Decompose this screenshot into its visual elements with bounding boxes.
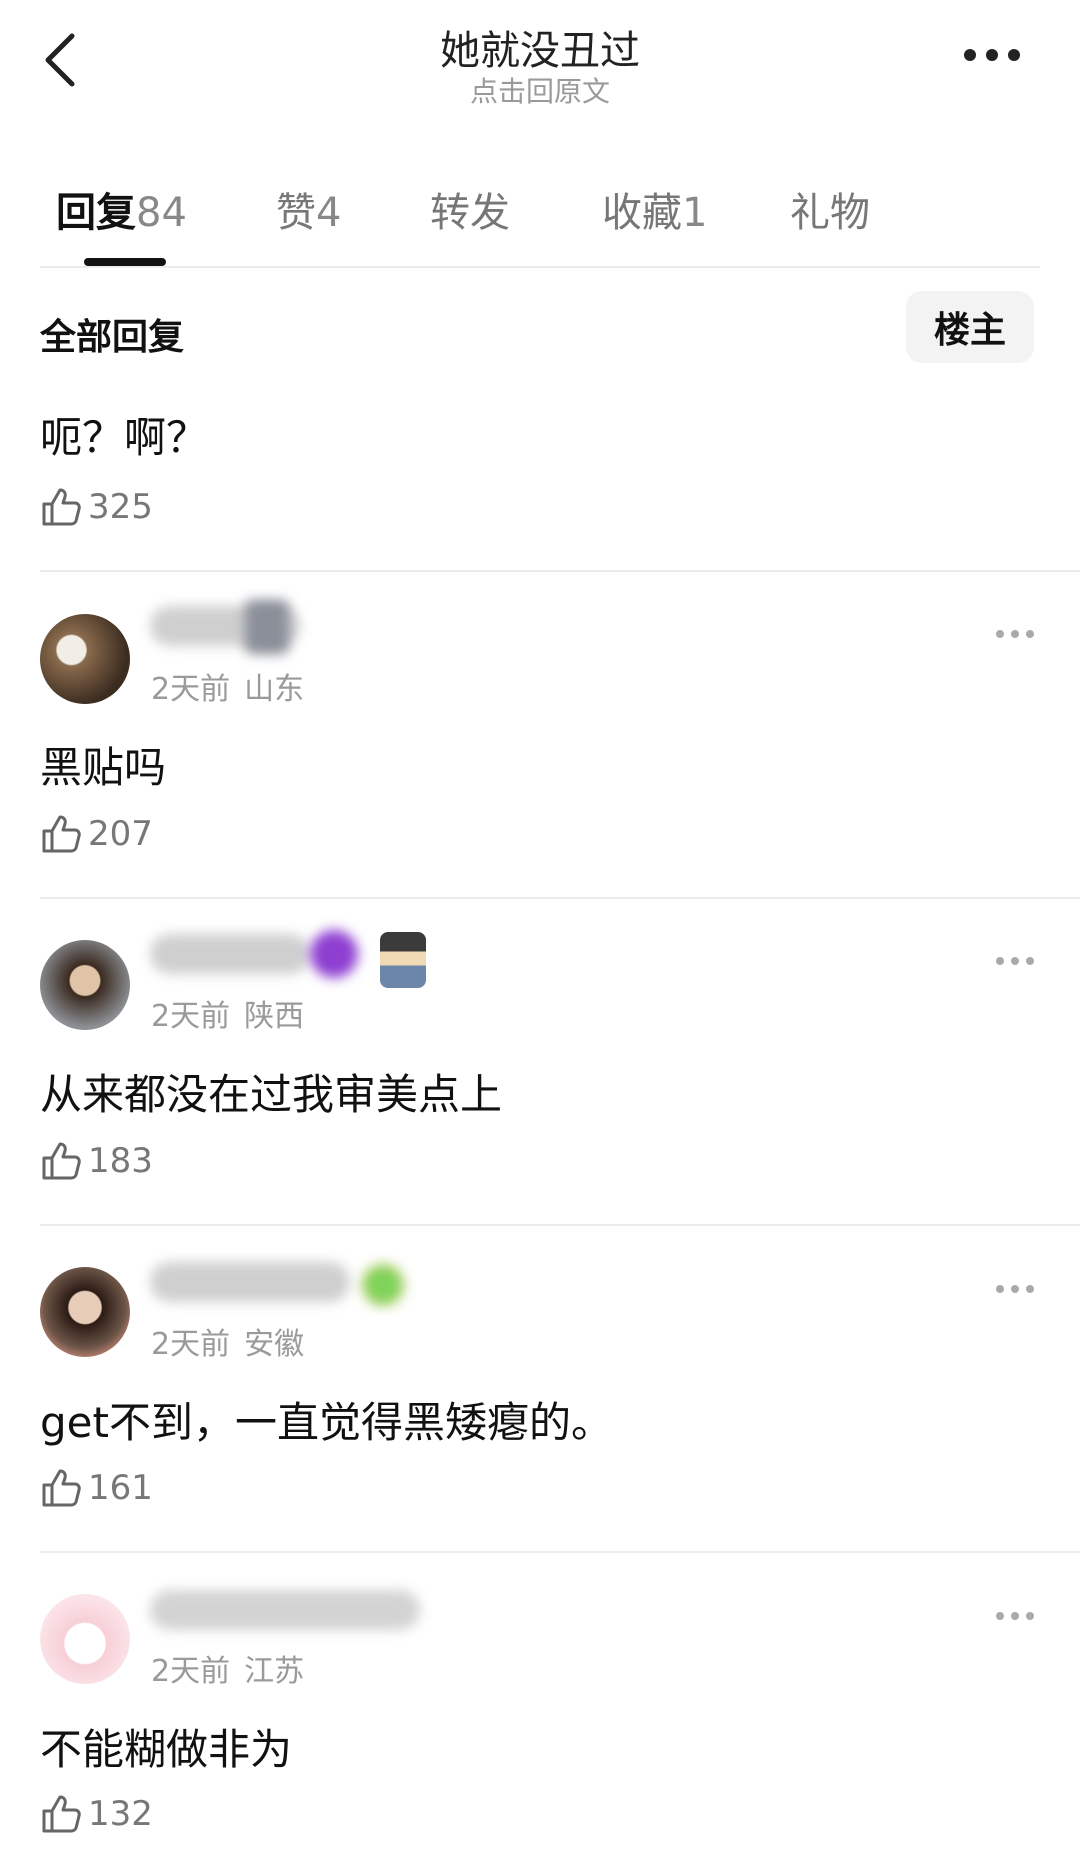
comment-location: 陕西 (244, 999, 305, 1034)
post-title: 她就没丑过 (440, 28, 640, 74)
like-button[interactable]: 161 (40, 1466, 153, 1510)
tab-reposts-label: 转发 (430, 190, 510, 236)
comment-text: 不能糊做非为 (40, 1725, 293, 1774)
user-badge-icon (310, 930, 358, 978)
comment-meta: 2天前 山东 (151, 664, 304, 708)
comment-divider (40, 897, 1080, 899)
like-button[interactable]: 132 (40, 1792, 153, 1836)
tab-likes-count: 4 (316, 190, 342, 236)
tab-replies[interactable]: 回复84 (56, 180, 187, 238)
username-redacted[interactable] (150, 934, 310, 974)
tab-favorites[interactable]: 收藏1 (602, 180, 707, 238)
comment-meta: 2天前 安徽 (151, 1319, 304, 1363)
avatar[interactable] (40, 1594, 130, 1684)
comment-more-icon[interactable] (994, 1610, 1036, 1622)
thumbs-up-icon (42, 1142, 81, 1180)
avatar[interactable] (40, 614, 130, 704)
like-count: 183 (88, 1141, 153, 1181)
like-button[interactable]: 325 (40, 485, 153, 529)
tab-favorites-label: 收藏 (602, 190, 682, 236)
comment-time: 2天前 (151, 1327, 231, 1362)
comment-text: 从来都没在过我审美点上 (40, 1070, 503, 1119)
like-count: 207 (88, 814, 153, 854)
tab-favorites-count: 1 (682, 190, 708, 236)
comment-time: 2天前 (151, 1654, 231, 1689)
tab-reposts[interactable]: 转发 (430, 180, 510, 238)
comment-meta: 2天前 江苏 (151, 1646, 304, 1690)
like-count: 161 (88, 1468, 153, 1508)
comment-location: 安徽 (244, 1327, 305, 1362)
owner-only-button[interactable]: 楼主 (906, 291, 1034, 363)
comment-text: 黑贴吗 (40, 743, 167, 792)
like-count: 132 (88, 1794, 153, 1834)
comment-more-icon[interactable] (994, 955, 1036, 967)
comment-time: 2天前 (151, 999, 231, 1034)
tabs-divider (40, 266, 1040, 268)
avatar[interactable] (40, 940, 130, 1030)
avatar[interactable] (40, 1267, 130, 1357)
tab-gifts[interactable]: 礼物 (790, 180, 870, 238)
tab-likes-label: 赞 (276, 190, 316, 236)
username-redacted[interactable] (150, 1590, 420, 1630)
comment-location: 江苏 (244, 1654, 305, 1689)
like-button[interactable]: 207 (40, 812, 153, 856)
thumbs-up-icon (42, 815, 81, 853)
comment-location: 山东 (244, 672, 305, 707)
comment-divider (40, 1224, 1080, 1226)
like-count: 325 (88, 487, 153, 527)
user-badge-icon (362, 1264, 404, 1306)
tab-replies-count: 84 (136, 190, 187, 236)
like-button[interactable]: 183 (40, 1139, 153, 1183)
active-tab-indicator (84, 258, 166, 266)
tab-replies-label: 回复 (56, 190, 136, 236)
user-sticker-icon (380, 932, 426, 988)
comment-time: 2天前 (151, 672, 231, 707)
more-options-icon[interactable] (960, 45, 1024, 65)
tab-gifts-label: 礼物 (790, 190, 870, 236)
back-to-original-link[interactable]: 点击回原文 (0, 70, 1080, 110)
comment-meta: 2天前 陕西 (151, 991, 304, 1035)
comment-text: 呃？啊？ (40, 413, 209, 462)
all-replies-label: 全部回复 (40, 317, 185, 358)
username-redacted[interactable] (150, 1262, 350, 1302)
thumbs-up-icon (42, 488, 81, 526)
comment-more-icon[interactable] (994, 1283, 1036, 1295)
comment-more-icon[interactable] (994, 628, 1036, 640)
comment-text: get不到，一直觉得黑矮瘪的。 (40, 1398, 613, 1447)
user-badge-icon (245, 600, 289, 654)
comment-divider (40, 1551, 1080, 1553)
thumbs-up-icon (42, 1469, 81, 1507)
comment-divider (40, 570, 1080, 572)
tab-likes[interactable]: 赞4 (276, 180, 341, 238)
thumbs-up-icon (42, 1795, 81, 1833)
